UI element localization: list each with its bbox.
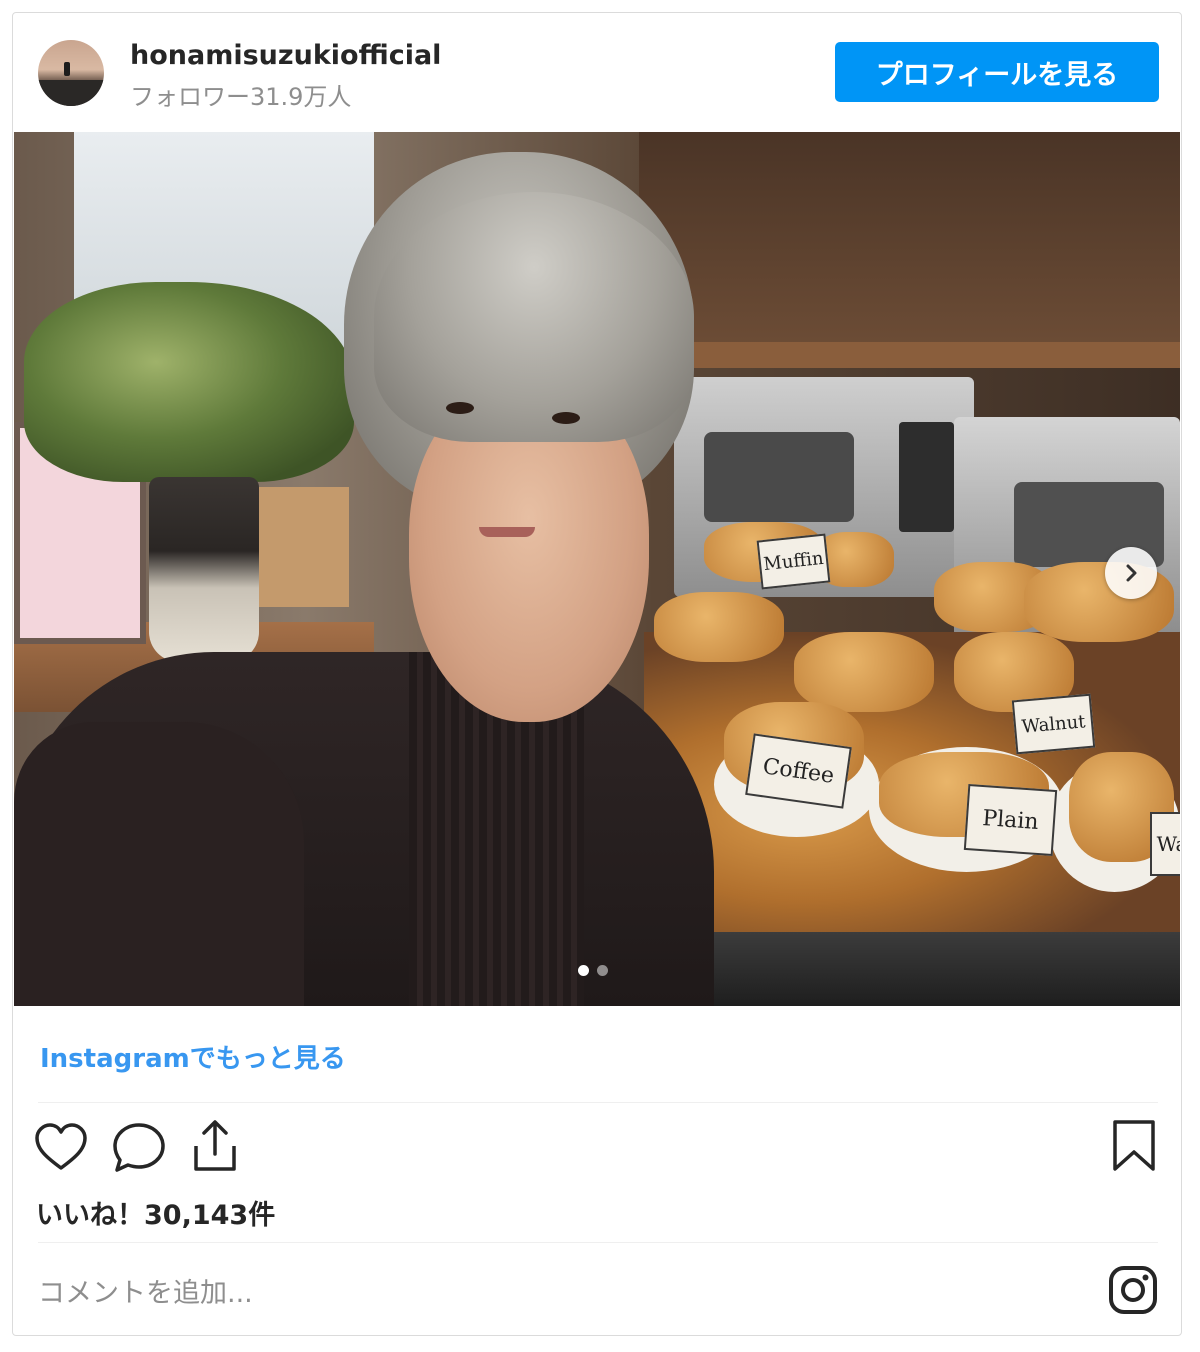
carousel-dot xyxy=(597,965,608,976)
price-sign-muffin: Muffin xyxy=(756,533,831,590)
carousel-dot-active xyxy=(578,965,589,976)
view-more-on-instagram-link[interactable]: Instagramでもっと見る xyxy=(40,1038,346,1075)
avatar-ground xyxy=(38,80,104,106)
price-sign-walnut: Walnut xyxy=(1011,693,1096,755)
person-eye xyxy=(446,402,474,414)
bookmark-icon[interactable] xyxy=(1110,1118,1158,1174)
oven-panel xyxy=(899,422,954,532)
username[interactable]: honamisuzukiofficial xyxy=(130,40,441,71)
carousel-indicator xyxy=(578,965,608,976)
avatar-figure xyxy=(64,62,70,76)
divider xyxy=(38,1102,1158,1103)
person-mouth xyxy=(479,527,535,537)
oven-door xyxy=(704,432,854,522)
instagram-icon[interactable] xyxy=(1108,1265,1158,1315)
comment-input[interactable] xyxy=(36,1270,1090,1316)
person-arm xyxy=(14,722,304,1006)
heart-icon[interactable] xyxy=(34,1122,88,1172)
person-eye xyxy=(552,412,580,424)
follower-count: フォロワー31.9万人 xyxy=(130,83,352,111)
price-sign-plain: Plain xyxy=(963,783,1058,857)
like-count[interactable]: いいね！30,143件 xyxy=(36,1193,275,1232)
vase xyxy=(149,477,259,662)
flower-arrangement xyxy=(24,282,354,482)
wooden-shelf xyxy=(639,132,1180,352)
pastry xyxy=(654,592,784,662)
profile-avatar[interactable] xyxy=(38,40,104,106)
carousel-next-button[interactable] xyxy=(1105,547,1157,599)
view-profile-button[interactable]: プロフィールを見る xyxy=(835,42,1159,102)
display-case-base xyxy=(704,932,1180,1006)
post-photo[interactable]: Muffin Coffee Plain Walnut Wa xyxy=(14,132,1180,1006)
shelf-board xyxy=(639,342,1180,368)
price-sign-partial: Wa xyxy=(1150,812,1180,876)
pastry xyxy=(794,632,934,712)
divider xyxy=(38,1242,1158,1243)
share-icon[interactable] xyxy=(190,1118,240,1174)
person-fringe xyxy=(374,192,694,442)
chevron-right-icon xyxy=(1126,564,1137,582)
comment-icon[interactable] xyxy=(111,1121,167,1173)
